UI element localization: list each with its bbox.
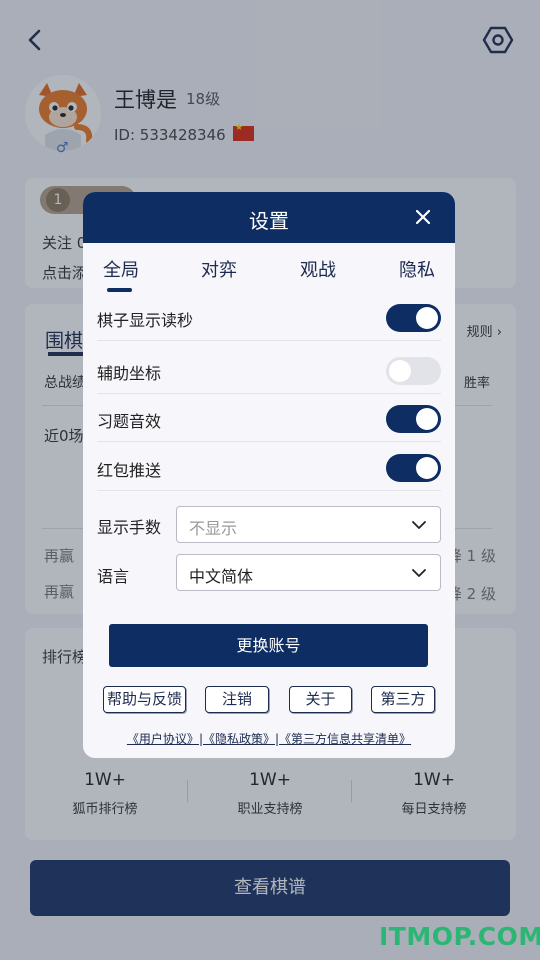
about-button[interactable]: 关于 [289,686,352,713]
setting-label: 棋子显示读秒 [97,311,194,330]
coordinates-toggle[interactable] [386,357,441,385]
red-packet-toggle[interactable] [386,454,441,482]
setting-row-countdown: 棋子显示读秒 [97,293,441,341]
settings-tabs: 全局 对弈 观战 隐私 [83,252,455,292]
settings-dialog-title: 设置 [249,209,289,233]
setting-label: 红包推送 [97,461,162,480]
move-number-label: 显示手数 [97,518,162,537]
help-feedback-button[interactable]: 帮助与反馈 [103,686,186,713]
toggle-knob [416,408,438,430]
tab-privacy[interactable]: 隐私 [399,256,435,282]
setting-label: 习题音效 [97,412,162,431]
move-number-value: 不显示 [189,519,238,538]
setting-row-coordinates: 辅助坐标 [97,346,441,394]
active-tab-indicator [107,288,132,292]
language-select[interactable]: 中文简体 [176,554,441,591]
tab-watch[interactable]: 观战 [300,256,336,282]
toggle-knob [389,360,411,382]
privacy-policy-link[interactable]: 《隐私政策》 [203,732,275,746]
switch-account-button[interactable]: 更换账号 [109,624,428,667]
move-number-select[interactable]: 不显示 [176,506,441,543]
setting-row-problem-sound: 习题音效 [97,394,441,442]
third-party-sharing-link[interactable]: 《第三方信息共享清单》 [279,732,411,746]
logout-button[interactable]: 注销 [205,686,269,713]
close-icon[interactable] [413,207,433,227]
problem-sound-toggle[interactable] [386,405,441,433]
chevron-down-icon [412,569,426,577]
user-agreement-link[interactable]: 《用户协议》 [127,732,199,746]
tab-global[interactable]: 全局 [103,256,139,282]
watermark: ITMOP.COM [379,922,540,951]
chevron-down-icon [412,521,426,529]
settings-dialog-header: 设置 [83,192,455,243]
third-party-button[interactable]: 第三方 [371,686,435,713]
toggle-knob [416,457,438,479]
setting-label: 辅助坐标 [97,364,162,383]
language-value: 中文简体 [189,567,254,586]
settings-dialog: 设置 全局 对弈 观战 隐私 棋子显示读秒 辅助坐标 习题音效 红包推送 显示手… [83,192,455,758]
countdown-toggle[interactable] [386,304,441,332]
tab-play[interactable]: 对弈 [201,256,237,282]
language-label: 语言 [97,567,130,586]
setting-row-red-packet: 红包推送 [97,443,441,491]
legal-links: 《用户协议》|《隐私政策》|《第三方信息共享清单》 [126,732,412,746]
toggle-knob [416,307,438,329]
